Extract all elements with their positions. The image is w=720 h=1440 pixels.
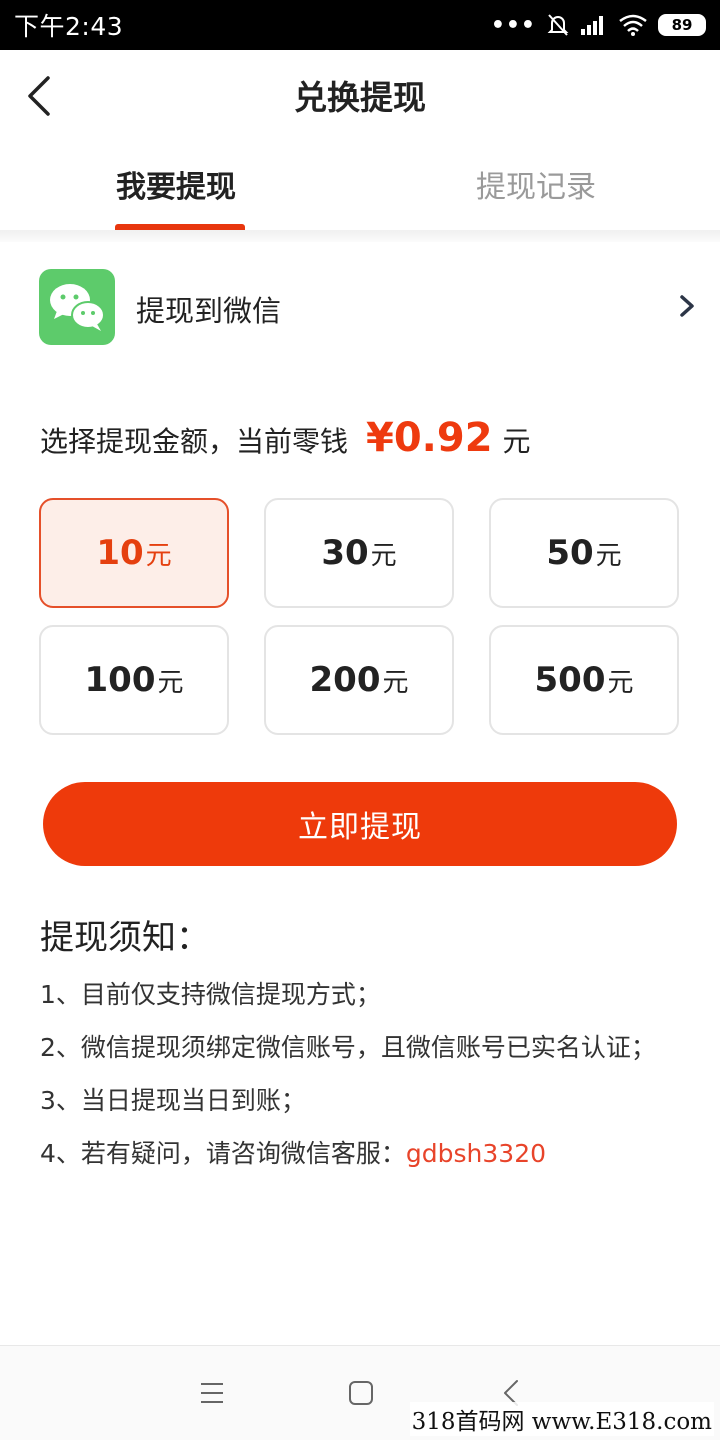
wechat-service-id: gdbsh3320 (405, 1139, 547, 1168)
option-unit: 元 (607, 667, 634, 698)
status-bar: 下午2:43 ••• 89 (0, 0, 720, 50)
menu-icon[interactable] (197, 1378, 227, 1408)
wifi-icon (619, 14, 647, 36)
amount-option-50[interactable]: 50 元 (489, 498, 679, 608)
more-dots: ••• (490, 12, 536, 38)
watermark: 318首码网 www.E318.com (409, 1402, 714, 1436)
notice-contact-prefix: 4、若有疑问，请咨询微信客服： (40, 1139, 406, 1168)
option-amount: 50 (546, 533, 594, 573)
amount-line: 选择提现金额，当前零钱 ¥0.92 元 (40, 415, 531, 475)
notice-item: 3、当日提现当日到账； (40, 1086, 306, 1115)
option-unit: 元 (595, 540, 622, 571)
option-amount: 10 (96, 533, 144, 573)
amount-prompt: 选择提现金额，当前零钱 (40, 425, 349, 458)
battery-level: 89 (671, 16, 693, 34)
amount-option-100[interactable]: 100 元 (39, 625, 229, 735)
amount-option-500[interactable]: 500 元 (489, 625, 679, 735)
tab-withdraw[interactable]: 我要提现 (116, 162, 236, 206)
option-amount: 200 (309, 660, 381, 700)
battery-icon: 89 (658, 14, 706, 36)
mute-bell-icon (547, 14, 569, 36)
amount-option-30[interactable]: 30 元 (264, 498, 454, 608)
current-balance: ¥0.92 (366, 415, 493, 461)
chevron-right-icon (680, 295, 694, 317)
section-divider (0, 230, 720, 242)
option-amount: 500 (534, 660, 606, 700)
status-time: 下午2:43 (14, 12, 124, 41)
home-icon[interactable] (346, 1378, 376, 1408)
option-unit: 元 (145, 540, 172, 571)
notice-item: 1、目前仅支持微信提现方式； (40, 980, 381, 1009)
page-title: 兑换提现 (294, 78, 426, 117)
chevron-left-icon[interactable] (20, 72, 60, 120)
tab-bar: 我要提现 提现记录 (0, 140, 720, 230)
option-amount: 30 (321, 533, 369, 573)
amount-option-10[interactable]: 10 元 (39, 498, 229, 608)
notice-item-contact: 4、若有疑问，请咨询微信客服：gdbsh3320 (40, 1134, 546, 1170)
header: 兑换提现 (0, 50, 720, 140)
balance-unit: 元 (502, 425, 531, 458)
wechat-row-label: 提现到微信 (136, 294, 282, 328)
withdraw-now-button[interactable]: 立即提现 (43, 782, 677, 866)
option-unit: 元 (382, 667, 409, 698)
option-unit: 元 (157, 667, 184, 698)
option-unit: 元 (370, 540, 397, 571)
withdraw-to-wechat-row[interactable]: 提现到微信 (0, 255, 720, 355)
amount-option-200[interactable]: 200 元 (264, 625, 454, 735)
notice-title: 提现须知： (40, 918, 210, 958)
option-amount: 100 (84, 660, 156, 700)
status-icons: ••• 89 (491, 12, 706, 38)
signal-icon (581, 16, 603, 35)
tab-withdraw-records[interactable]: 提现记录 (476, 162, 596, 206)
wechat-icon (39, 269, 115, 345)
notice-item: 2、微信提现须绑定微信账号，且微信账号已实名认证； (40, 1033, 656, 1062)
